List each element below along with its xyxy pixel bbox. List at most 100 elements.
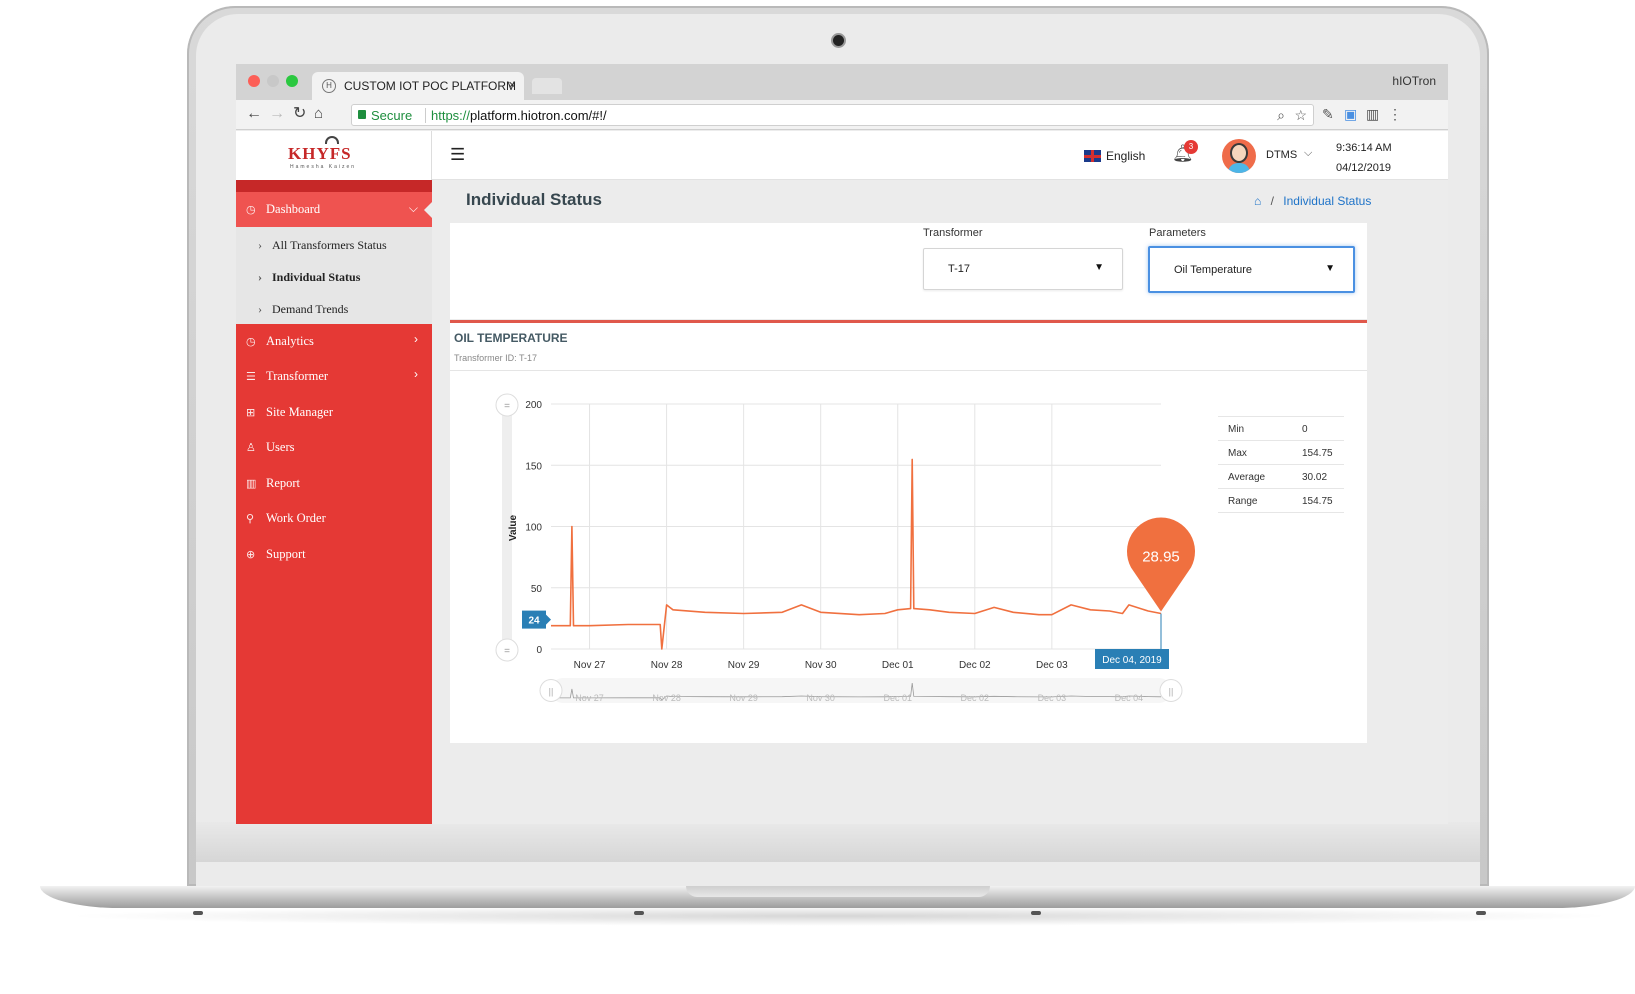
user-name[interactable]: DTMS	[1266, 149, 1297, 161]
sidebar-item-label: Site Manager	[266, 405, 333, 419]
tab-close-icon[interactable]: ×	[508, 77, 516, 92]
oil-temperature-chart[interactable]: 0 50 100 150 200 Nov 27 Nov 28 Nov 29 Nov 30 Dec …	[450, 323, 1367, 743]
laptop-foot	[634, 911, 644, 915]
url-text[interactable]: https://platform.hiotron.com/#!/	[431, 108, 607, 123]
tab-title: CUSTOM IOT POC PLATFORM	[344, 79, 517, 93]
y-crosshair-label: 24	[528, 616, 540, 627]
sidebar-item-label: Analytics	[266, 334, 314, 348]
secure-label: Secure	[371, 108, 413, 123]
url-path: platform.hiotron.com/#!/	[470, 108, 607, 123]
clock-time: 9:36:14 AM	[1336, 142, 1392, 154]
navigator-tick-label: Dec 04	[1115, 693, 1144, 703]
reload-icon[interactable]: ↻	[293, 105, 306, 123]
navigator-tick-label: Nov 29	[729, 693, 758, 703]
language-selector[interactable]: English	[1106, 149, 1145, 163]
address-bar[interactable]: Secure https://platform.hiotron.com/#!/ …	[351, 104, 1314, 126]
stat-row-range: Range 154.75	[1218, 489, 1344, 513]
tool-icon: ⚲	[246, 512, 255, 525]
sidebar-item-label: Work Order	[266, 511, 326, 525]
uk-flag-icon[interactable]	[1084, 150, 1101, 162]
home-icon[interactable]: ⌂	[1254, 194, 1261, 208]
sidebar-item-transformer[interactable]: ☰ Transformer	[246, 369, 328, 384]
sidebar-item-support[interactable]: ⊕ Support	[246, 547, 306, 562]
logo-area[interactable]: KHYFS Hamesha Kaizen	[236, 131, 432, 180]
browser-menu-icon[interactable]: ⋮	[1388, 106, 1402, 123]
stat-value: 154.75	[1302, 448, 1333, 459]
dropdown-caret-icon: ▼	[1325, 263, 1335, 274]
submenu-label: Individual Status	[272, 270, 361, 284]
laptop-foot	[193, 911, 203, 915]
y-tick-label: 0	[536, 645, 542, 656]
close-window-button[interactable]	[248, 75, 260, 87]
filter-panel: Transformer T-17 ▼ Parameters Oil Temper…	[450, 223, 1367, 319]
chevron-down-icon[interactable]: ⌵	[1304, 147, 1312, 160]
film-extension-icon[interactable]: ▥	[1366, 106, 1379, 123]
bookmark-star-icon[interactable]: ☆	[1294, 107, 1307, 124]
sidebar-item-work-order[interactable]: ⚲ Work Order	[246, 511, 326, 526]
parameters-select[interactable]: Oil Temperature ▼	[1148, 246, 1355, 293]
profile-name[interactable]: hIOTron	[1392, 74, 1436, 88]
sidebar-item-label: Transformer	[266, 369, 329, 383]
breadcrumb-current[interactable]: Individual Status	[1283, 194, 1371, 208]
list-icon: ☰	[246, 370, 256, 383]
browser-tab-bar: H CUSTOM IOT POC PLATFORM × hIOTron	[236, 64, 1448, 100]
chevron-right-icon: ›	[414, 367, 418, 381]
parameters-value: Oil Temperature	[1174, 264, 1253, 276]
y-tick-label: 50	[531, 584, 543, 595]
chevron-right-icon: ›	[414, 332, 418, 346]
eyedropper-extension-icon[interactable]: ✎	[1322, 106, 1334, 123]
date-tooltip-text: Dec 04, 2019	[1102, 655, 1162, 666]
dashboard-icon: ◷	[246, 203, 256, 216]
new-tab-button[interactable]	[532, 78, 562, 94]
extension-icon[interactable]: ▣	[1344, 106, 1357, 123]
sidebar-item-label: Dashboard	[266, 202, 321, 216]
zoom-icon[interactable]: ⌕	[1277, 107, 1285, 124]
laptop-chin	[196, 822, 1480, 862]
avatar[interactable]	[1222, 139, 1256, 173]
favicon-icon: H	[322, 79, 336, 93]
submenu-item-all-transformers[interactable]: › All Transformers Status	[258, 238, 387, 253]
sidebar-item-report[interactable]: ▥ Report	[246, 476, 300, 491]
transformer-select[interactable]: T-17 ▼	[923, 248, 1123, 290]
bar-chart-icon: ▥	[246, 477, 257, 490]
sidebar-item-site-manager[interactable]: ⊞ Site Manager	[246, 405, 333, 420]
home-icon[interactable]: ⌂	[314, 105, 323, 123]
x-tick-label: Nov 29	[728, 660, 760, 671]
back-arrow-icon[interactable]: ←	[246, 105, 262, 123]
stat-row-average: Average 30.02	[1218, 465, 1344, 489]
analytics-icon: ◷	[246, 335, 256, 348]
browser-toolbar: ← → ↻ ⌂ Secure https://platform.hiotron.…	[236, 100, 1448, 130]
navigator-handle-grip: ||	[549, 687, 554, 697]
laptop-notch	[686, 886, 990, 897]
chart-card: OIL TEMPERATURE Transformer ID: T-17 0 50…	[450, 320, 1367, 743]
y-tick-label: 100	[525, 523, 542, 534]
address-divider	[425, 108, 426, 123]
logo-tagline: Hamesha Kaizen	[290, 164, 357, 170]
stat-label: Average	[1228, 472, 1266, 483]
user-icon: ♙	[246, 441, 256, 454]
stat-value: 30.02	[1302, 472, 1328, 483]
sidebar-item-users[interactable]: ♙ Users	[246, 440, 294, 455]
browser-tab[interactable]: H CUSTOM IOT POC PLATFORM ×	[312, 72, 524, 100]
sidebar-item-dashboard[interactable]: ◷ Dashboard ⌵	[236, 192, 432, 227]
stat-value: 154.75	[1302, 496, 1333, 507]
minimize-window-button[interactable]	[267, 75, 279, 87]
sidebar-item-analytics[interactable]: ◷ Analytics	[246, 334, 314, 349]
breadcrumb: ⌂ / Individual Status	[1254, 194, 1371, 208]
maximize-window-button[interactable]	[286, 75, 298, 87]
navigator-handle-grip: ||	[1169, 687, 1174, 697]
parameters-label: Parameters	[1149, 227, 1206, 239]
chevron-down-icon: ⌵	[408, 201, 418, 215]
y-tick-label: 150	[525, 461, 542, 472]
submenu-item-individual-status[interactable]: › Individual Status	[258, 270, 360, 285]
url-scheme: https://	[431, 108, 471, 123]
chevron-right-icon: ›	[258, 238, 262, 252]
forward-arrow-icon[interactable]: →	[269, 105, 285, 123]
navigator-tick-label: Dec 01	[883, 693, 912, 703]
notification-badge: 3	[1184, 140, 1198, 154]
page-title: Individual Status	[466, 190, 603, 209]
hamburger-menu-icon[interactable]: ☰	[450, 145, 465, 165]
submenu-item-demand-trends[interactable]: › Demand Trends	[258, 302, 348, 317]
base-shadow	[60, 906, 1620, 926]
stat-value: 0	[1302, 424, 1308, 435]
